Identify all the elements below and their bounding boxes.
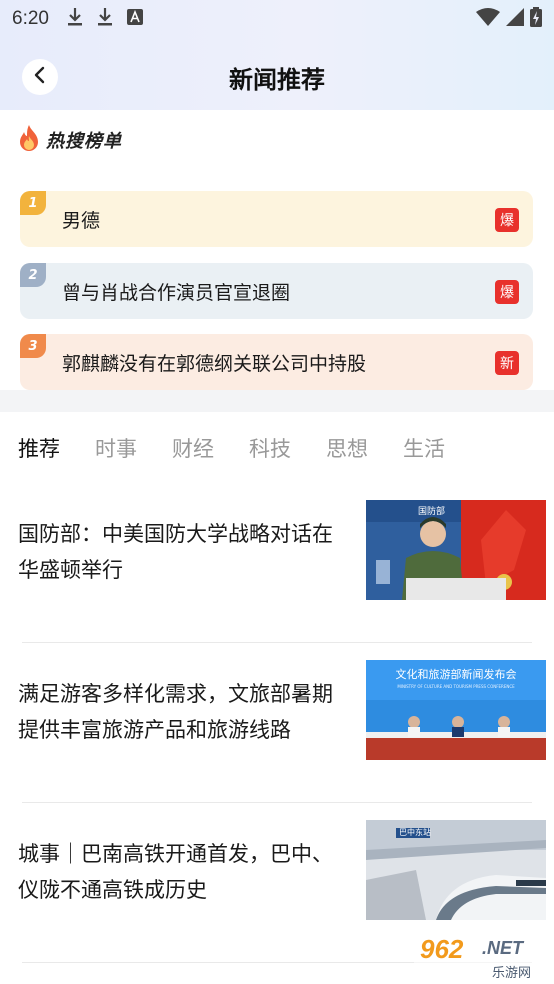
section-divider xyxy=(0,390,554,412)
image-subcaption: MINISTRY OF CULTURE AND TOURISM PRESS CO… xyxy=(397,684,515,689)
nav-bar: 新闻推荐 xyxy=(0,50,554,104)
category-tabs: 推荐 时事 财经 科技 思想 生活 xyxy=(0,412,554,484)
hot-item-text: 男德 xyxy=(62,209,101,232)
watermark-suffix: .NET xyxy=(482,938,524,958)
hot-list-title: 热搜榜单 xyxy=(46,131,122,152)
tab-thought[interactable]: 思想 xyxy=(326,433,368,463)
status-bar: 6:20 xyxy=(0,0,554,38)
hot-tag-badge: 爆 xyxy=(495,208,519,232)
rank-badge: 1 xyxy=(20,191,46,215)
article-item[interactable]: 满足游客多样化需求，文旅部暑期提供丰富旅游产品和旅游线路 文化和旅游部新闻发布会… xyxy=(0,660,554,820)
status-time: 6:20 xyxy=(12,8,49,29)
battery-charging-icon xyxy=(530,6,542,32)
hot-tag-badge: 爆 xyxy=(495,280,519,304)
tab-current-affairs[interactable]: 时事 xyxy=(95,433,137,463)
tab-life[interactable]: 生活 xyxy=(403,433,445,463)
page-title: 新闻推荐 xyxy=(229,65,325,94)
hot-list-section: 热搜榜单 1 男德 爆 2 曾与肖战合作演员官宣退圈 爆 3 郭麒麟没有在郭德纲… xyxy=(0,110,554,390)
wifi-icon xyxy=(476,7,500,31)
tab-finance[interactable]: 财经 xyxy=(172,433,214,463)
article-title: 城事｜巴南高铁开通首发，巴中、仪陇不通高铁成历史 xyxy=(18,842,333,902)
divider xyxy=(22,642,532,643)
signal-icon xyxy=(506,7,524,31)
tab-technology[interactable]: 科技 xyxy=(249,433,291,463)
download-icon xyxy=(97,7,113,32)
article-title: 国防部：中美国防大学战略对话在华盛顿举行 xyxy=(18,522,333,582)
hot-item[interactable]: 2 曾与肖战合作演员官宣退圈 爆 xyxy=(20,263,533,319)
hot-item-text: 郭麒麟没有在郭德纲关联公司中持股 xyxy=(62,352,367,375)
article-title: 满足游客多样化需求，文旅部暑期提供丰富旅游产品和旅游线路 xyxy=(18,682,333,742)
image-caption: 巴中东站 xyxy=(399,828,431,837)
article-thumbnail: 国防部 xyxy=(366,500,546,600)
watermark: 962 .NET 乐游网 xyxy=(412,930,554,984)
hot-item[interactable]: 1 男德 爆 xyxy=(20,191,533,247)
image-caption: 国防部 xyxy=(418,507,446,517)
download-icon xyxy=(67,7,83,32)
article-item[interactable]: 国防部：中美国防大学战略对话在华盛顿举行 国防部 xyxy=(0,500,554,660)
article-thumbnail: 巴中东站 xyxy=(366,820,546,920)
tab-recommend[interactable]: 推荐 xyxy=(18,433,60,463)
rank-badge: 3 xyxy=(20,334,46,358)
back-button[interactable] xyxy=(22,59,58,95)
rank-badge: 2 xyxy=(20,263,46,287)
hot-item[interactable]: 3 郭麒麟没有在郭德纲关联公司中持股 新 xyxy=(20,334,533,390)
chevron-left-icon xyxy=(33,66,47,88)
flame-icon xyxy=(18,124,40,156)
app-notification-icon xyxy=(126,8,143,30)
watermark-brand: 乐游网 xyxy=(492,966,532,981)
watermark-number: 962 xyxy=(420,934,464,964)
divider xyxy=(22,802,532,803)
new-tag-badge: 新 xyxy=(495,351,519,375)
hot-list-header: 热搜榜单 xyxy=(18,124,122,156)
image-caption: 文化和旅游部新闻发布会 xyxy=(395,668,517,681)
article-thumbnail: 文化和旅游部新闻发布会 MINISTRY OF CULTURE AND TOUR… xyxy=(366,660,546,760)
hot-item-text: 曾与肖战合作演员官宣退圈 xyxy=(62,281,291,304)
